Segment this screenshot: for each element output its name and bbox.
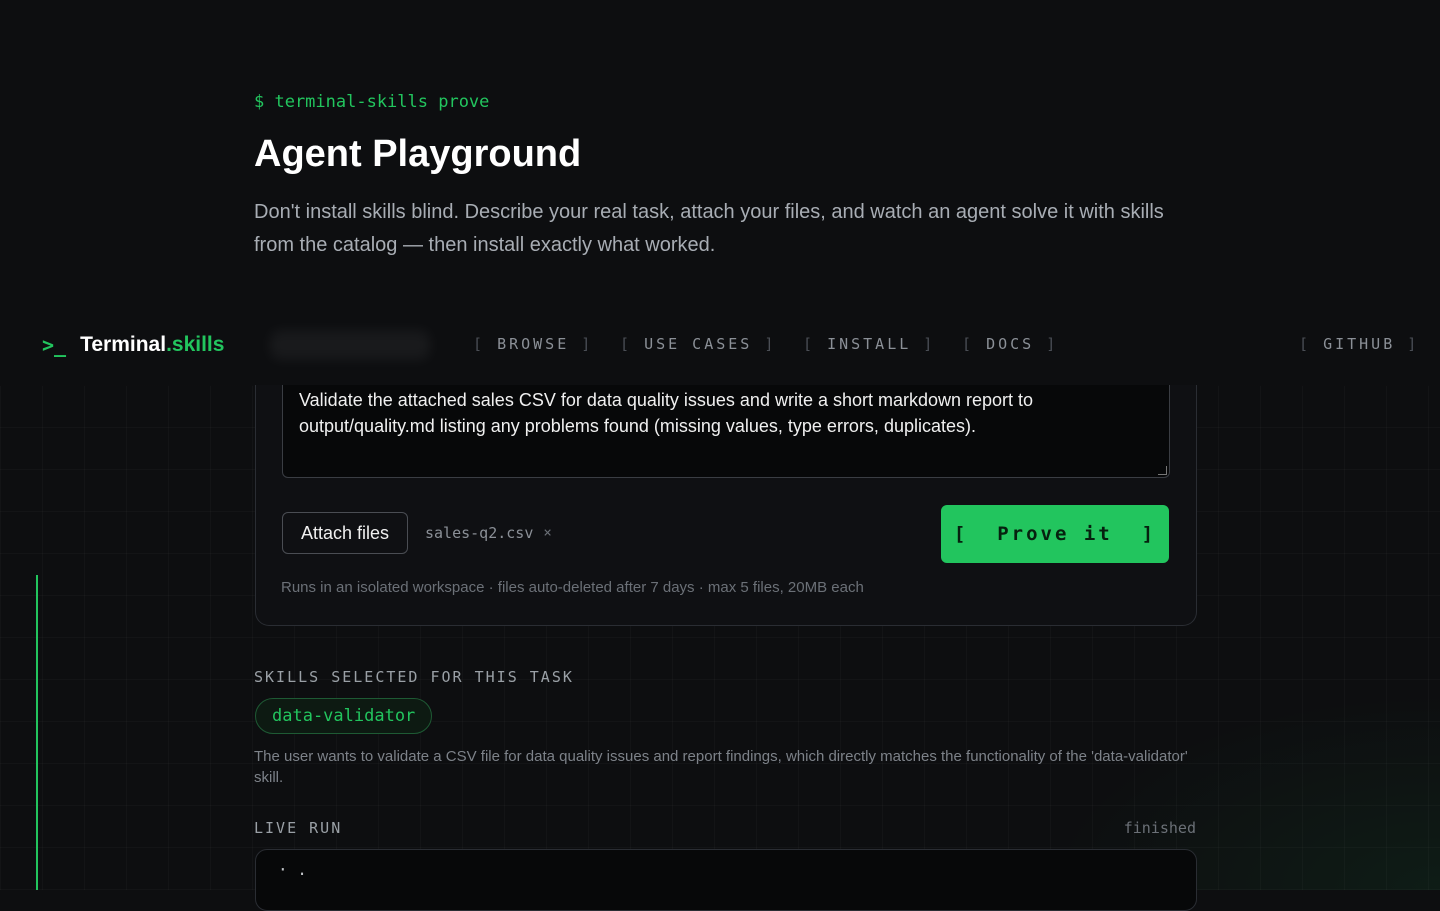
- attached-file: sales-q2.csv ×: [425, 524, 552, 542]
- site-logo[interactable]: >_ Terminal.skills: [42, 333, 224, 357]
- live-output-text: · .: [278, 860, 307, 879]
- file-name: sales-q2.csv: [425, 524, 534, 542]
- remove-file-icon[interactable]: ×: [543, 525, 551, 541]
- attach-files-button[interactable]: Attach files: [282, 512, 408, 554]
- logo-text: Terminal.skills: [80, 333, 225, 356]
- nav-browse[interactable]: [ BROWSE ]: [473, 335, 593, 353]
- skills-heading: SKILLS SELECTED FOR THIS TASK: [254, 668, 574, 686]
- terminal-icon: >_: [42, 333, 67, 357]
- progress-rail: [36, 575, 38, 890]
- nav-docs[interactable]: [ DOCS ]: [962, 335, 1058, 353]
- nav-install[interactable]: [ INSTALL ]: [803, 335, 935, 353]
- live-run-output: · .: [255, 849, 1197, 911]
- task-text: Validate the attached sales CSV for data…: [299, 390, 1034, 436]
- resize-handle-icon[interactable]: [1158, 466, 1167, 475]
- skill-reason: The user wants to validate a CSV file fo…: [254, 748, 1188, 786]
- nav-github[interactable]: [ GITHUB ]: [1299, 335, 1419, 353]
- skill-chip-data-validator[interactable]: data-validator: [255, 698, 433, 734]
- page-title: Agent Playground: [254, 133, 582, 175]
- run-status: finished: [1123, 819, 1196, 837]
- blurred-overlay: [270, 330, 430, 360]
- hero-section: $ terminal-skills prove Agent Playground…: [254, 92, 1194, 262]
- workspace-note: Runs in an isolated workspace · files au…: [281, 579, 864, 596]
- nav-use-cases[interactable]: [ USE CASES ]: [620, 335, 776, 353]
- task-textarea[interactable]: Validate the attached sales CSV for data…: [282, 385, 1170, 478]
- prove-it-button[interactable]: [ Prove it ]: [941, 505, 1169, 563]
- live-run-heading: LIVE RUN: [254, 819, 343, 837]
- command-prompt: $ terminal-skills prove: [254, 92, 490, 112]
- page-description: Don't install skills blind. Describe you…: [254, 200, 1164, 256]
